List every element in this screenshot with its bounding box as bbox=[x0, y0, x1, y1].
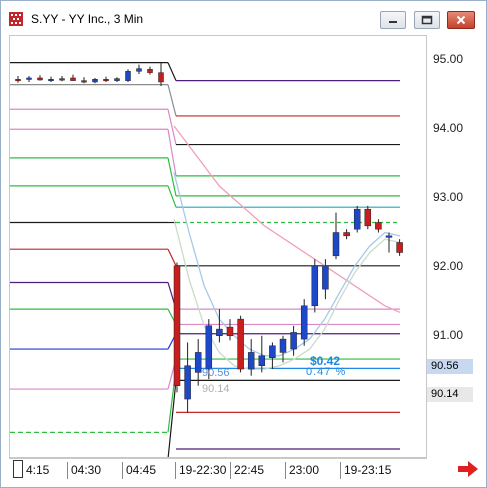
price-tick: 93.00 bbox=[433, 190, 464, 204]
candle-body bbox=[311, 265, 319, 307]
candle-body bbox=[247, 352, 255, 370]
time-tick: 4:15 bbox=[26, 463, 50, 477]
candle-body bbox=[375, 222, 382, 230]
chart-window: S.YY - YY Inc., 3 Min $0.42 0.47 % 90.56… bbox=[0, 0, 487, 488]
candle-body bbox=[26, 77, 32, 80]
candle-body bbox=[364, 208, 372, 227]
candle-body bbox=[37, 77, 43, 81]
time-tick: 19-22:30 bbox=[175, 462, 226, 479]
time-tick: 04:30 bbox=[67, 462, 101, 479]
candle-body bbox=[48, 79, 54, 82]
price-tick: 95.00 bbox=[433, 52, 464, 66]
minimize-button[interactable] bbox=[380, 11, 406, 29]
level-connector bbox=[167, 248, 177, 267]
candle-body bbox=[332, 232, 340, 257]
title-bar[interactable]: S.YY - YY Inc., 3 Min bbox=[1, 1, 486, 35]
candle-body bbox=[158, 72, 164, 83]
maximize-button[interactable] bbox=[414, 11, 440, 29]
candle-body bbox=[353, 208, 361, 230]
candle-body bbox=[184, 365, 191, 400]
window-title: S.YY - YY Inc., 3 Min bbox=[31, 12, 144, 26]
candle-body bbox=[269, 345, 276, 358]
time-tick: 04:45 bbox=[122, 462, 156, 479]
level-label-secondary: 90.14 bbox=[202, 383, 230, 395]
candle-body bbox=[258, 355, 266, 366]
candle-body bbox=[290, 332, 297, 350]
reference-price-tag: 90.14 bbox=[427, 387, 473, 402]
close-button[interactable] bbox=[447, 11, 475, 29]
candle-body bbox=[70, 77, 76, 81]
candle-body bbox=[136, 68, 142, 72]
level-connector bbox=[167, 84, 177, 117]
level-label-primary: 90.56 bbox=[202, 367, 230, 379]
candle-body bbox=[279, 338, 287, 353]
candle-body bbox=[59, 78, 65, 81]
candle-body bbox=[81, 80, 87, 83]
scroll-right-arrow-icon[interactable] bbox=[457, 460, 479, 478]
candle-body bbox=[396, 242, 403, 253]
candle-body bbox=[173, 265, 181, 386]
candle-body bbox=[194, 352, 202, 373]
price-chart-plot[interactable]: $0.42 0.47 % 90.56 90.14 bbox=[9, 35, 427, 458]
time-axis[interactable]: 4:15 04:30 04:45 19-22:30 22:45 23:00 19… bbox=[9, 458, 427, 480]
candle-body bbox=[300, 305, 308, 340]
price-axis[interactable]: 95.00 94.00 93.00 92.00 91.00 90.56 90.1… bbox=[427, 35, 485, 458]
minimize-icon bbox=[389, 21, 397, 23]
price-tick: 94.00 bbox=[433, 121, 464, 135]
candle-body bbox=[125, 71, 131, 81]
time-tick: 22:45 bbox=[230, 462, 264, 479]
candle-body bbox=[114, 78, 120, 81]
candle-body bbox=[226, 326, 234, 337]
close-icon bbox=[456, 15, 466, 25]
last-price-tag: 90.56 bbox=[427, 359, 473, 374]
level-connector bbox=[167, 129, 177, 176]
candle-body bbox=[385, 235, 393, 238]
price-tick: 91.00 bbox=[433, 328, 464, 342]
candle-body bbox=[343, 232, 350, 237]
candle-body bbox=[237, 318, 244, 370]
candle-body bbox=[103, 79, 109, 82]
change-percent-label: 0.47 % bbox=[306, 366, 347, 378]
time-tick: 23:00 bbox=[285, 462, 319, 479]
candle-body bbox=[15, 79, 21, 82]
candle-body bbox=[92, 79, 98, 83]
price-tick: 92.00 bbox=[433, 259, 464, 273]
candle-body bbox=[216, 328, 223, 337]
level-connector bbox=[167, 62, 177, 81]
time-tick: 19-23:15 bbox=[340, 462, 391, 479]
chart-app-icon[interactable] bbox=[9, 12, 23, 26]
maximize-icon bbox=[421, 15, 433, 25]
scroll-start-box[interactable] bbox=[13, 460, 23, 478]
candle-body bbox=[322, 265, 329, 290]
candle-body bbox=[205, 325, 213, 370]
candle-body bbox=[147, 69, 153, 73]
